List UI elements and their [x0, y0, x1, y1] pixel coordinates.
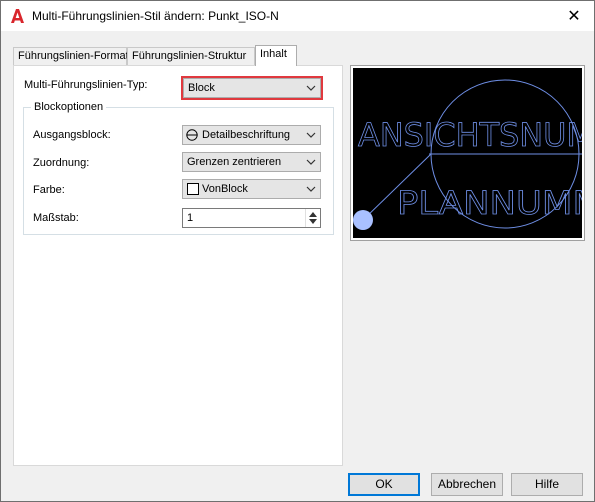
style-preview-frame: ANSICHTSNUM PLANNUMM: [350, 65, 585, 241]
attachment-select[interactable]: Grenzen zentrieren: [182, 152, 321, 172]
chevron-down-icon: [306, 85, 316, 91]
window-title: Multi-Führungslinien-Stil ändern: Punkt_…: [32, 9, 279, 23]
tab-leader-structure[interactable]: Führungslinien-Struktur: [127, 47, 255, 65]
preview-leader-dot: [353, 210, 373, 230]
mleader-type-value: Block: [188, 82, 215, 94]
detail-callout-icon: [186, 129, 198, 141]
autocad-logo-icon: [11, 9, 24, 23]
dialog-window: Multi-Führungslinien-Stil ändern: Punkt_…: [0, 0, 595, 502]
help-button[interactable]: Hilfe: [511, 473, 583, 496]
ok-button[interactable]: OK: [348, 473, 420, 496]
mleader-type-label: Multi-Führungslinien-Typ:: [24, 79, 148, 91]
block-options-title: Blockoptionen: [31, 101, 107, 113]
attachment-value: Grenzen zentrieren: [187, 156, 282, 168]
style-preview: ANSICHTSNUM PLANNUMM: [353, 68, 582, 238]
scale-spin-buttons[interactable]: [305, 209, 320, 227]
spin-up-icon[interactable]: [309, 211, 317, 217]
scale-value: 1: [187, 212, 194, 224]
attachment-label: Zuordnung:: [33, 157, 90, 169]
tab-content[interactable]: Inhalt: [255, 45, 297, 66]
chevron-down-icon: [306, 132, 316, 138]
color-value: VonBlock: [202, 183, 248, 195]
mleader-type-select[interactable]: Block: [181, 76, 323, 100]
preview-drawing: ANSICHTSNUM PLANNUMM: [353, 79, 582, 230]
spin-down-icon[interactable]: [309, 219, 317, 225]
scale-label: Maßstab:: [33, 212, 79, 224]
preview-text-top: ANSICHTSNUM: [358, 116, 582, 154]
preview-text-bottom: PLANNUMM: [397, 184, 582, 222]
source-block-value: Detailbeschriftung: [202, 129, 291, 141]
source-block-select[interactable]: Detailbeschriftung: [182, 125, 321, 145]
source-block-label: Ausgangsblock:: [33, 129, 111, 141]
chevron-down-icon: [306, 186, 316, 192]
close-button[interactable]: ✕: [554, 1, 594, 31]
content-tab-panel: Multi-Führungslinien-Typ: Block Blockopt…: [13, 65, 343, 466]
tab-leader-format[interactable]: Führungslinien-Format: [13, 47, 129, 65]
cancel-button[interactable]: Abbrechen: [431, 473, 503, 496]
title-bar: Multi-Führungslinien-Stil ändern: Punkt_…: [1, 1, 594, 31]
chevron-down-icon: [306, 159, 316, 165]
color-swatch: [187, 183, 199, 195]
color-select[interactable]: VonBlock: [182, 179, 321, 199]
color-label: Farbe:: [33, 184, 65, 196]
scale-spinner[interactable]: 1: [182, 208, 321, 228]
